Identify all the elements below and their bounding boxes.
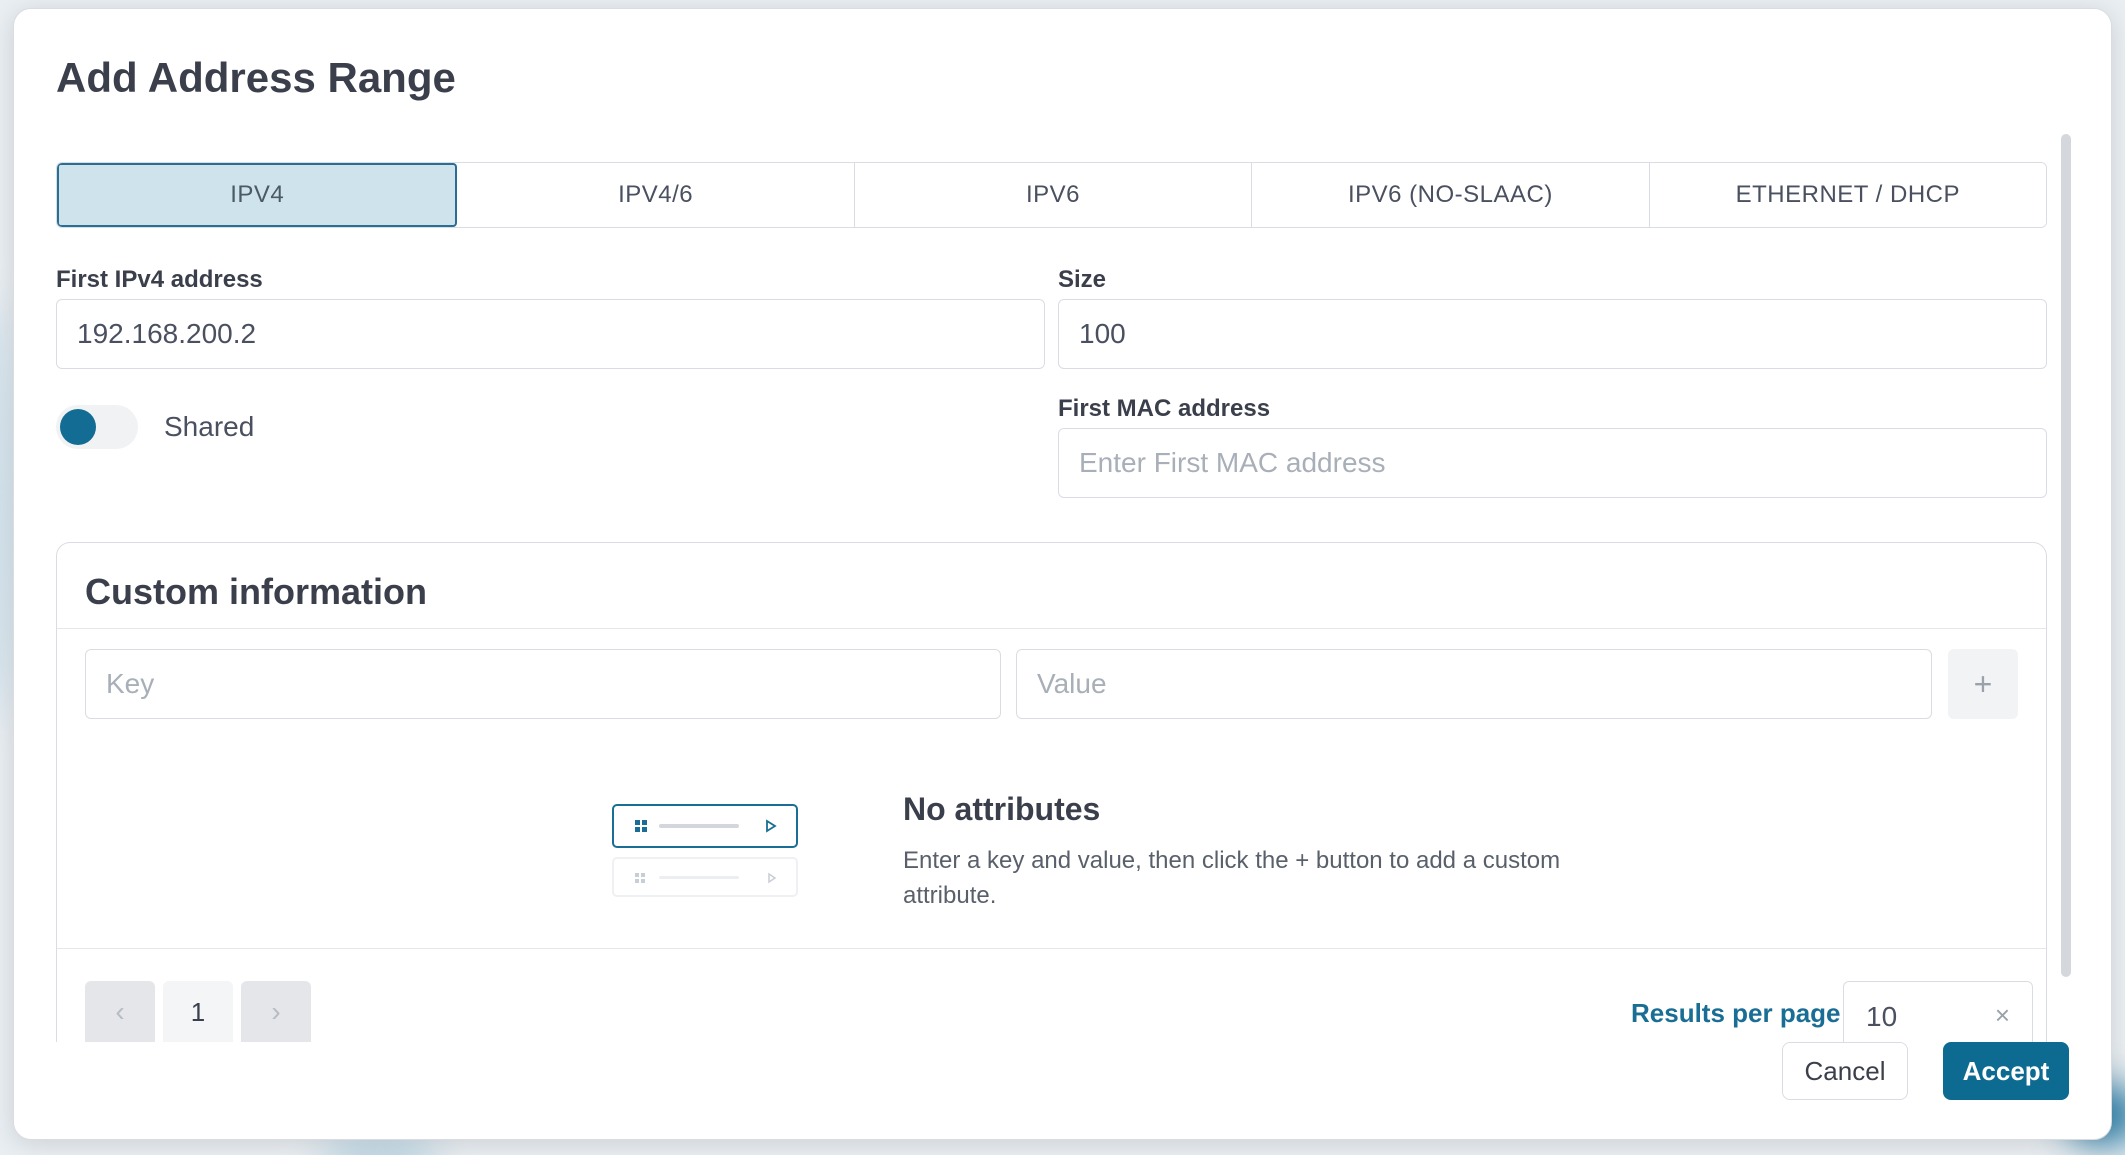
page-number-button[interactable]: 1 [163,981,233,1042]
tab-ipv4-6[interactable]: IPV4/6 [457,163,855,227]
next-page-button[interactable]: › [241,981,311,1042]
address-type-tabs: IPV4 IPV4/6 IPV6 IPV6 (NO-SLAAC) ETHERNE… [56,162,2047,228]
first-mac-input[interactable]: Enter First MAC address [1058,428,2047,498]
toggle-knob [60,409,96,445]
first-ipv4-label: First IPv4 address [56,266,263,293]
add-attribute-button[interactable]: + [1948,649,2018,719]
tab-ipv4[interactable]: IPV4 [57,163,458,227]
cancel-button[interactable]: Cancel [1782,1042,1908,1100]
results-per-page-value: 10 [1866,1000,1898,1032]
shared-toggle[interactable] [56,405,138,449]
divider [57,628,2046,629]
dialog-title: Add Address Range [56,54,456,101]
value-input[interactable]: Value [1016,649,1932,719]
size-input[interactable]: 100 [1058,299,2047,369]
tab-ipv6[interactable]: IPV6 [854,163,1253,227]
shared-toggle-label: Shared [164,411,255,442]
tab-ethernet-dhcp[interactable]: ETHERNET / DHCP [1649,163,2046,227]
clear-icon[interactable]: × [1995,1000,2010,1031]
results-per-page-select[interactable]: 10 × [1843,981,2033,1042]
accept-button[interactable]: Accept [1943,1042,2069,1100]
prev-page-button[interactable]: ‹ [85,981,155,1042]
empty-state-description: Enter a key and value, then click the + … [903,847,1561,909]
first-mac-label: First MAC address [1058,395,1271,422]
first-ipv4-input[interactable]: 192.168.200.2 [56,299,1045,369]
divider [57,948,2046,949]
tab-ipv6-no-slaac[interactable]: IPV6 (NO-SLAAC) [1252,163,1650,227]
add-address-range-dialog: Add Address Range IPV4 IPV4/6 IPV6 IPV6 … [13,8,2112,1140]
results-per-page-label: Results per page [1631,998,1841,1028]
custom-information-panel: Custom information Key Value + No attrib… [56,542,2047,1042]
empty-state-title: No attributes [903,791,1101,827]
empty-list-illustration [612,804,798,897]
key-input[interactable]: Key [85,649,1001,719]
size-label: Size [1058,266,1107,293]
dialog-scrollbar[interactable] [2061,134,2071,977]
custom-information-title: Custom information [85,571,427,612]
